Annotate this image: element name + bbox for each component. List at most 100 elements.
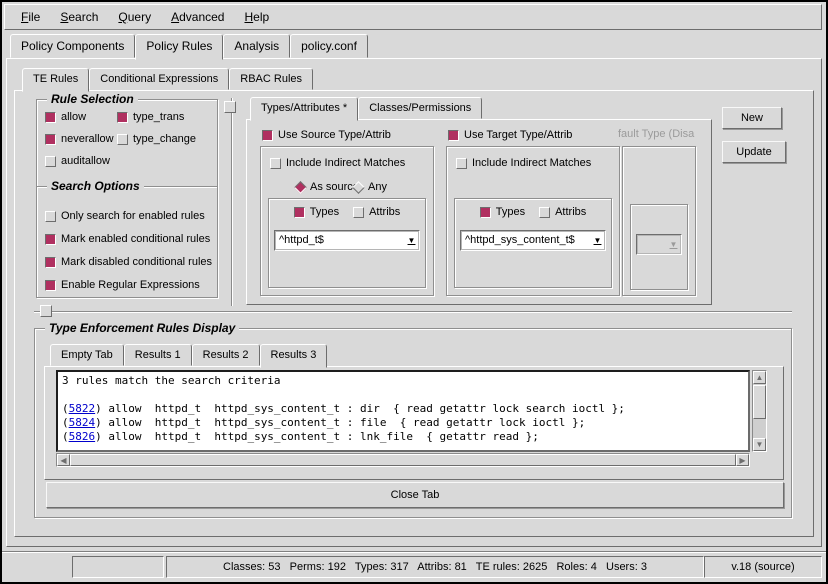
checkbox-target-attribs-indicator[interactable]: [539, 207, 550, 218]
checkbox-only-enabled-rules[interactable]: Only search for enabled rules: [45, 209, 205, 223]
close-tab-button[interactable]: Close Tab: [46, 482, 784, 508]
source-type-combobox[interactable]: ^httpd_t$ ▼: [274, 230, 420, 251]
tab-conditional-expressions[interactable]: Conditional Expressions: [89, 68, 229, 90]
checkbox-neverallow[interactable]: neverallow: [45, 132, 114, 146]
horizontal-scrollbar-thumb[interactable]: [70, 454, 736, 466]
radio-any-indicator[interactable]: [352, 181, 365, 194]
menubar: File Search Query Advanced Help: [4, 4, 822, 30]
scroll-down-icon[interactable]: ▼: [753, 438, 766, 451]
tab-policy-components[interactable]: Policy Components: [10, 34, 135, 58]
status-version: v.18 (source): [704, 556, 822, 578]
vertical-scrollbar[interactable]: ▲ ▼: [752, 370, 767, 452]
radio-any[interactable]: Any: [354, 180, 387, 194]
tab-results-1[interactable]: Results 1: [124, 344, 192, 366]
checkbox-use-target-type[interactable]: Use Target Type/Attrib: [448, 128, 572, 142]
scroll-up-icon[interactable]: ▲: [753, 371, 766, 384]
checkbox-use-source-type[interactable]: Use Source Type/Attrib: [262, 128, 391, 142]
tab-rbac-rules[interactable]: RBAC Rules: [229, 68, 313, 90]
vertical-sash-handle[interactable]: [224, 101, 236, 113]
checkbox-use-source-indicator[interactable]: [262, 130, 273, 141]
checkbox-target-indirect[interactable]: Include Indirect Matches: [456, 156, 591, 170]
tab-results-2[interactable]: Results 2: [192, 344, 260, 366]
checkbox-neverallow-label: neverallow: [61, 133, 114, 145]
horizontal-sash-handle[interactable]: [40, 305, 52, 317]
checkbox-enable-regex-indicator[interactable]: [45, 280, 56, 291]
checkbox-target-types[interactable]: Types: [480, 206, 525, 218]
menu-search[interactable]: Search: [50, 6, 108, 28]
checkbox-source-types[interactable]: Types: [294, 206, 339, 218]
checkbox-auditallow[interactable]: auditallow: [45, 154, 110, 168]
tab-policy-conf[interactable]: policy.conf: [290, 34, 368, 58]
rule-link-5822[interactable]: 5822: [69, 402, 96, 415]
source-type-combobox-value: ^httpd_t$: [275, 231, 404, 250]
target-type-combobox-value: ^httpd_sys_content_t$: [461, 231, 590, 250]
checkbox-allow-indicator[interactable]: [45, 112, 56, 123]
target-type-combobox[interactable]: ^httpd_sys_content_t$ ▼: [460, 230, 606, 251]
tab-empty-tab[interactable]: Empty Tab: [50, 344, 124, 366]
menu-query[interactable]: Query: [108, 6, 161, 28]
new-button[interactable]: New: [722, 107, 782, 129]
rule-selection-frame: Rule Selection allow neverallow auditall…: [36, 99, 218, 187]
results-tab-bar: Empty Tab Results 1 Results 2 Results 3: [50, 345, 327, 367]
checkbox-source-indirect[interactable]: Include Indirect Matches: [270, 156, 405, 170]
vertical-scrollbar-thumb[interactable]: [753, 385, 766, 419]
checkbox-only-enabled-indicator[interactable]: [45, 211, 56, 222]
rule-line-3: (5826) allow httpd_t httpd_sys_content_t…: [62, 430, 744, 444]
scroll-left-icon[interactable]: ◀: [57, 454, 70, 466]
results-text-area[interactable]: 3 rules match the search criteria (5822)…: [56, 370, 750, 452]
target-kind-row: Types Attribs: [454, 206, 612, 218]
checkbox-use-target-indicator[interactable]: [448, 130, 459, 141]
checkbox-target-indirect-indicator[interactable]: [456, 158, 467, 169]
update-button[interactable]: Update: [722, 141, 786, 163]
checkbox-source-attribs-indicator[interactable]: [353, 207, 364, 218]
checkbox-type-trans-label: type_trans: [133, 111, 184, 123]
checkbox-mark-disabled-indicator[interactable]: [45, 257, 56, 268]
scroll-right-icon[interactable]: ▶: [736, 454, 749, 466]
tab-results-3[interactable]: Results 3: [260, 344, 328, 368]
rule-link-5824[interactable]: 5824: [69, 416, 96, 429]
default-type-combobox: ▼: [636, 234, 682, 255]
rule-line-1: (5822) allow httpd_t httpd_sys_content_t…: [62, 402, 744, 416]
checkbox-type-trans-indicator[interactable]: [117, 112, 128, 123]
checkbox-source-indirect-indicator[interactable]: [270, 158, 281, 169]
checkbox-target-types-indicator[interactable]: [480, 207, 491, 218]
menu-file[interactable]: File: [11, 6, 50, 28]
source-kind-row: Types Attribs: [268, 206, 426, 218]
radio-as-source[interactable]: As source: [296, 180, 359, 194]
checkbox-type-trans[interactable]: type_trans: [117, 110, 184, 124]
results-display-title: Type Enforcement Rules Display: [45, 321, 239, 335]
tab-analysis[interactable]: Analysis: [223, 34, 290, 58]
tab-classes-permissions[interactable]: Classes/Permissions: [358, 97, 482, 119]
checkbox-source-indirect-label: Include Indirect Matches: [286, 157, 405, 169]
checkbox-auditallow-label: auditallow: [61, 155, 110, 167]
checkbox-target-attribs[interactable]: Attribs: [539, 206, 586, 218]
checkbox-mark-disabled-conditional[interactable]: Mark disabled conditional rules: [45, 255, 212, 269]
checkbox-type-change-label: type_change: [133, 133, 196, 145]
horizontal-scrollbar[interactable]: ◀ ▶: [56, 453, 750, 467]
checkbox-mark-enabled-indicator[interactable]: [45, 234, 56, 245]
checkbox-type-change-indicator[interactable]: [117, 134, 128, 145]
status-stats: Classes: 53 Perms: 192 Types: 317 Attrib…: [166, 556, 704, 578]
checkbox-target-indirect-label: Include Indirect Matches: [472, 157, 591, 169]
search-options-title: Search Options: [47, 179, 144, 193]
checkbox-source-types-indicator[interactable]: [294, 207, 305, 218]
checkbox-allow[interactable]: allow: [45, 110, 86, 124]
checkbox-mark-enabled-conditional[interactable]: Mark enabled conditional rules: [45, 232, 210, 246]
tab-te-rules[interactable]: TE Rules: [22, 68, 89, 92]
menu-help[interactable]: Help: [234, 6, 279, 28]
checkbox-auditallow-indicator[interactable]: [45, 156, 56, 167]
checkbox-neverallow-indicator[interactable]: [45, 134, 56, 145]
search-options-frame: Search Options Only search for enabled r…: [36, 186, 218, 298]
target-combobox-dropdown-icon[interactable]: ▼: [590, 231, 605, 250]
tab-types-attributes[interactable]: Types/Attributes *: [250, 97, 358, 121]
checkbox-type-change[interactable]: type_change: [117, 132, 196, 146]
source-combobox-dropdown-icon[interactable]: ▼: [404, 231, 419, 250]
radio-as-source-indicator[interactable]: [294, 181, 307, 194]
rule-link-5826[interactable]: 5826: [69, 430, 96, 443]
checkbox-enable-regex[interactable]: Enable Regular Expressions: [45, 278, 200, 292]
menu-advanced[interactable]: Advanced: [161, 6, 234, 28]
checkbox-source-attribs[interactable]: Attribs: [353, 206, 400, 218]
statusbar-separator: [2, 551, 826, 553]
radio-any-label: Any: [368, 181, 387, 193]
tab-policy-rules[interactable]: Policy Rules: [135, 34, 223, 60]
